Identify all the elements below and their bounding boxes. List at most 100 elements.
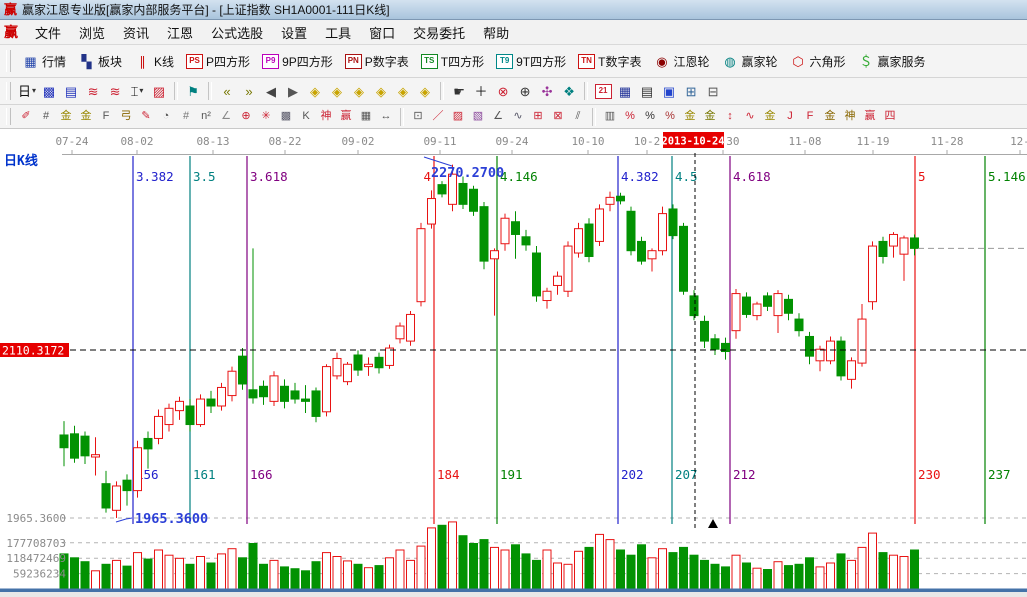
blue-notes-icon[interactable]: ▤ — [61, 81, 81, 101]
volume-bar[interactable] — [386, 558, 394, 589]
volume-bar[interactable] — [491, 547, 499, 589]
candle[interactable] — [333, 358, 341, 375]
tool-teal-icon[interactable]: ❖ — [559, 81, 579, 101]
gann-diamond-star-icon[interactable]: ◈ — [393, 81, 413, 101]
box-tool-icon[interactable]: ⊡ — [409, 108, 427, 126]
candle[interactable] — [648, 251, 656, 259]
volume-bar[interactable] — [596, 534, 604, 589]
menu-item-tools[interactable]: 工具 — [316, 21, 360, 44]
toolbar-button-t-number-table[interactable]: TNT数字表 — [572, 50, 647, 73]
volume-bar[interactable] — [827, 563, 835, 589]
candle[interactable] — [501, 218, 509, 243]
candle[interactable] — [827, 341, 835, 361]
candle[interactable] — [459, 183, 467, 204]
toolbar-button-9p-square[interactable]: P99P四方形 — [256, 50, 339, 73]
crosshair-icon[interactable]: ＋ — [471, 81, 491, 101]
volume-bar[interactable] — [218, 554, 226, 589]
candle[interactable] — [848, 361, 856, 380]
toolbar-button-sectors[interactable]: ▚板块 — [72, 50, 128, 73]
candle[interactable] — [207, 399, 215, 406]
volume-bar[interactable] — [659, 549, 667, 589]
win-angle-icon[interactable]: 赢 — [861, 108, 879, 126]
volume-bar[interactable] — [753, 568, 761, 589]
wave-band-icon[interactable]: ∿ — [741, 108, 759, 126]
menu-item-window[interactable]: 窗口 — [360, 21, 404, 44]
volume-bar[interactable] — [533, 560, 541, 589]
fan-shade-icon[interactable]: ▧ — [469, 108, 487, 126]
volume-bar[interactable] — [186, 564, 194, 589]
pattern-box-icon[interactable]: ▨ — [149, 81, 169, 101]
toolbar-button-quotes[interactable]: ▦行情 — [16, 50, 72, 73]
volume-bar[interactable] — [134, 553, 142, 589]
candle[interactable] — [627, 211, 635, 250]
draw-brush-icon[interactable]: ✎ — [137, 108, 155, 126]
circle-cross-icon[interactable]: ⊕ — [237, 108, 255, 126]
candle[interactable] — [711, 339, 719, 349]
hand-drag-icon[interactable]: ☛ — [449, 81, 469, 101]
candle[interactable] — [407, 314, 415, 341]
candle[interactable] — [659, 214, 667, 251]
volume-bar[interactable] — [144, 559, 152, 589]
toolbar-button-kline[interactable]: ∥K线 — [128, 50, 180, 73]
candle[interactable] — [113, 486, 121, 510]
tick-grid-icon[interactable]: # — [37, 108, 55, 126]
toolbar-button-gann-wheel[interactable]: ◉江恩轮 — [647, 50, 715, 73]
candle[interactable] — [879, 241, 887, 256]
volume-bar[interactable] — [512, 545, 520, 589]
volume-bar[interactable] — [543, 550, 551, 589]
next-page-icon[interactable]: ▶ — [283, 81, 303, 101]
candle[interactable] — [81, 436, 89, 456]
candle[interactable] — [690, 296, 698, 316]
candle[interactable] — [428, 199, 436, 224]
prev-page-icon[interactable]: ◀ — [261, 81, 281, 101]
toolbar-button-p-number-table[interactable]: PNP数字表 — [339, 50, 415, 73]
candle[interactable] — [354, 355, 362, 370]
circle-360-icon[interactable]: ◔ — [157, 108, 175, 126]
first-page-icon[interactable]: « — [217, 81, 237, 101]
candle[interactable] — [239, 356, 247, 384]
volume-bar[interactable] — [554, 563, 562, 589]
candle[interactable] — [438, 185, 446, 194]
candle[interactable] — [669, 209, 677, 236]
period-day-dropdown-icon[interactable]: 日▾ — [17, 81, 37, 101]
gann-diamond-lr-icon[interactable]: ◈ — [349, 81, 369, 101]
calendar-21-icon[interactable]: 21 — [593, 81, 613, 101]
toolbar-button-winner-service[interactable]: ＄赢家服务 — [852, 50, 932, 73]
gann-diamond-cross-icon[interactable]: ◈ — [371, 81, 391, 101]
volume-bar[interactable] — [480, 540, 488, 589]
candle[interactable] — [134, 448, 142, 491]
candle[interactable] — [606, 197, 614, 204]
candle[interactable] — [165, 408, 173, 424]
candle[interactable] — [596, 209, 604, 241]
volume-bar[interactable] — [344, 561, 352, 589]
save-disk-icon[interactable]: ▣ — [659, 81, 679, 101]
volume-bar[interactable] — [816, 567, 824, 589]
candle[interactable] — [701, 321, 709, 341]
volume-bar[interactable] — [302, 571, 310, 589]
si-angle-icon[interactable]: 四 — [881, 108, 899, 126]
volume-bar[interactable] — [732, 555, 740, 589]
bow-grid-icon[interactable]: 弓 — [117, 108, 135, 126]
tool-purple-icon[interactable]: ✣ — [537, 81, 557, 101]
volume-bar[interactable] — [113, 560, 121, 589]
volume-bar[interactable] — [333, 557, 341, 590]
span-arrows-icon[interactable]: ↔ — [377, 108, 395, 126]
parallel-lines-icon[interactable]: ⫽ — [569, 108, 587, 126]
candle[interactable] — [186, 406, 194, 425]
candle[interactable] — [911, 238, 919, 248]
volume-bar[interactable] — [407, 560, 415, 589]
win-tool-icon[interactable]: 赢 — [337, 108, 355, 126]
toolbar-button-9t-square[interactable]: T99T四方形 — [490, 50, 572, 73]
volume-bar[interactable] — [428, 528, 436, 589]
candle[interactable] — [680, 226, 688, 291]
candle[interactable] — [575, 229, 583, 253]
volume-bar[interactable] — [260, 564, 268, 589]
volume-bar[interactable] — [564, 564, 572, 589]
candle[interactable] — [554, 276, 562, 285]
volume-bar[interactable] — [774, 562, 782, 589]
color-flag-chart-icon[interactable]: ⚑ — [183, 81, 203, 101]
chart-area[interactable]: 07-2408-0208-1308-2209-0209-1109-2410-10… — [0, 129, 1027, 592]
candle[interactable] — [302, 399, 310, 401]
candle[interactable] — [858, 319, 866, 363]
candle[interactable] — [491, 251, 499, 259]
